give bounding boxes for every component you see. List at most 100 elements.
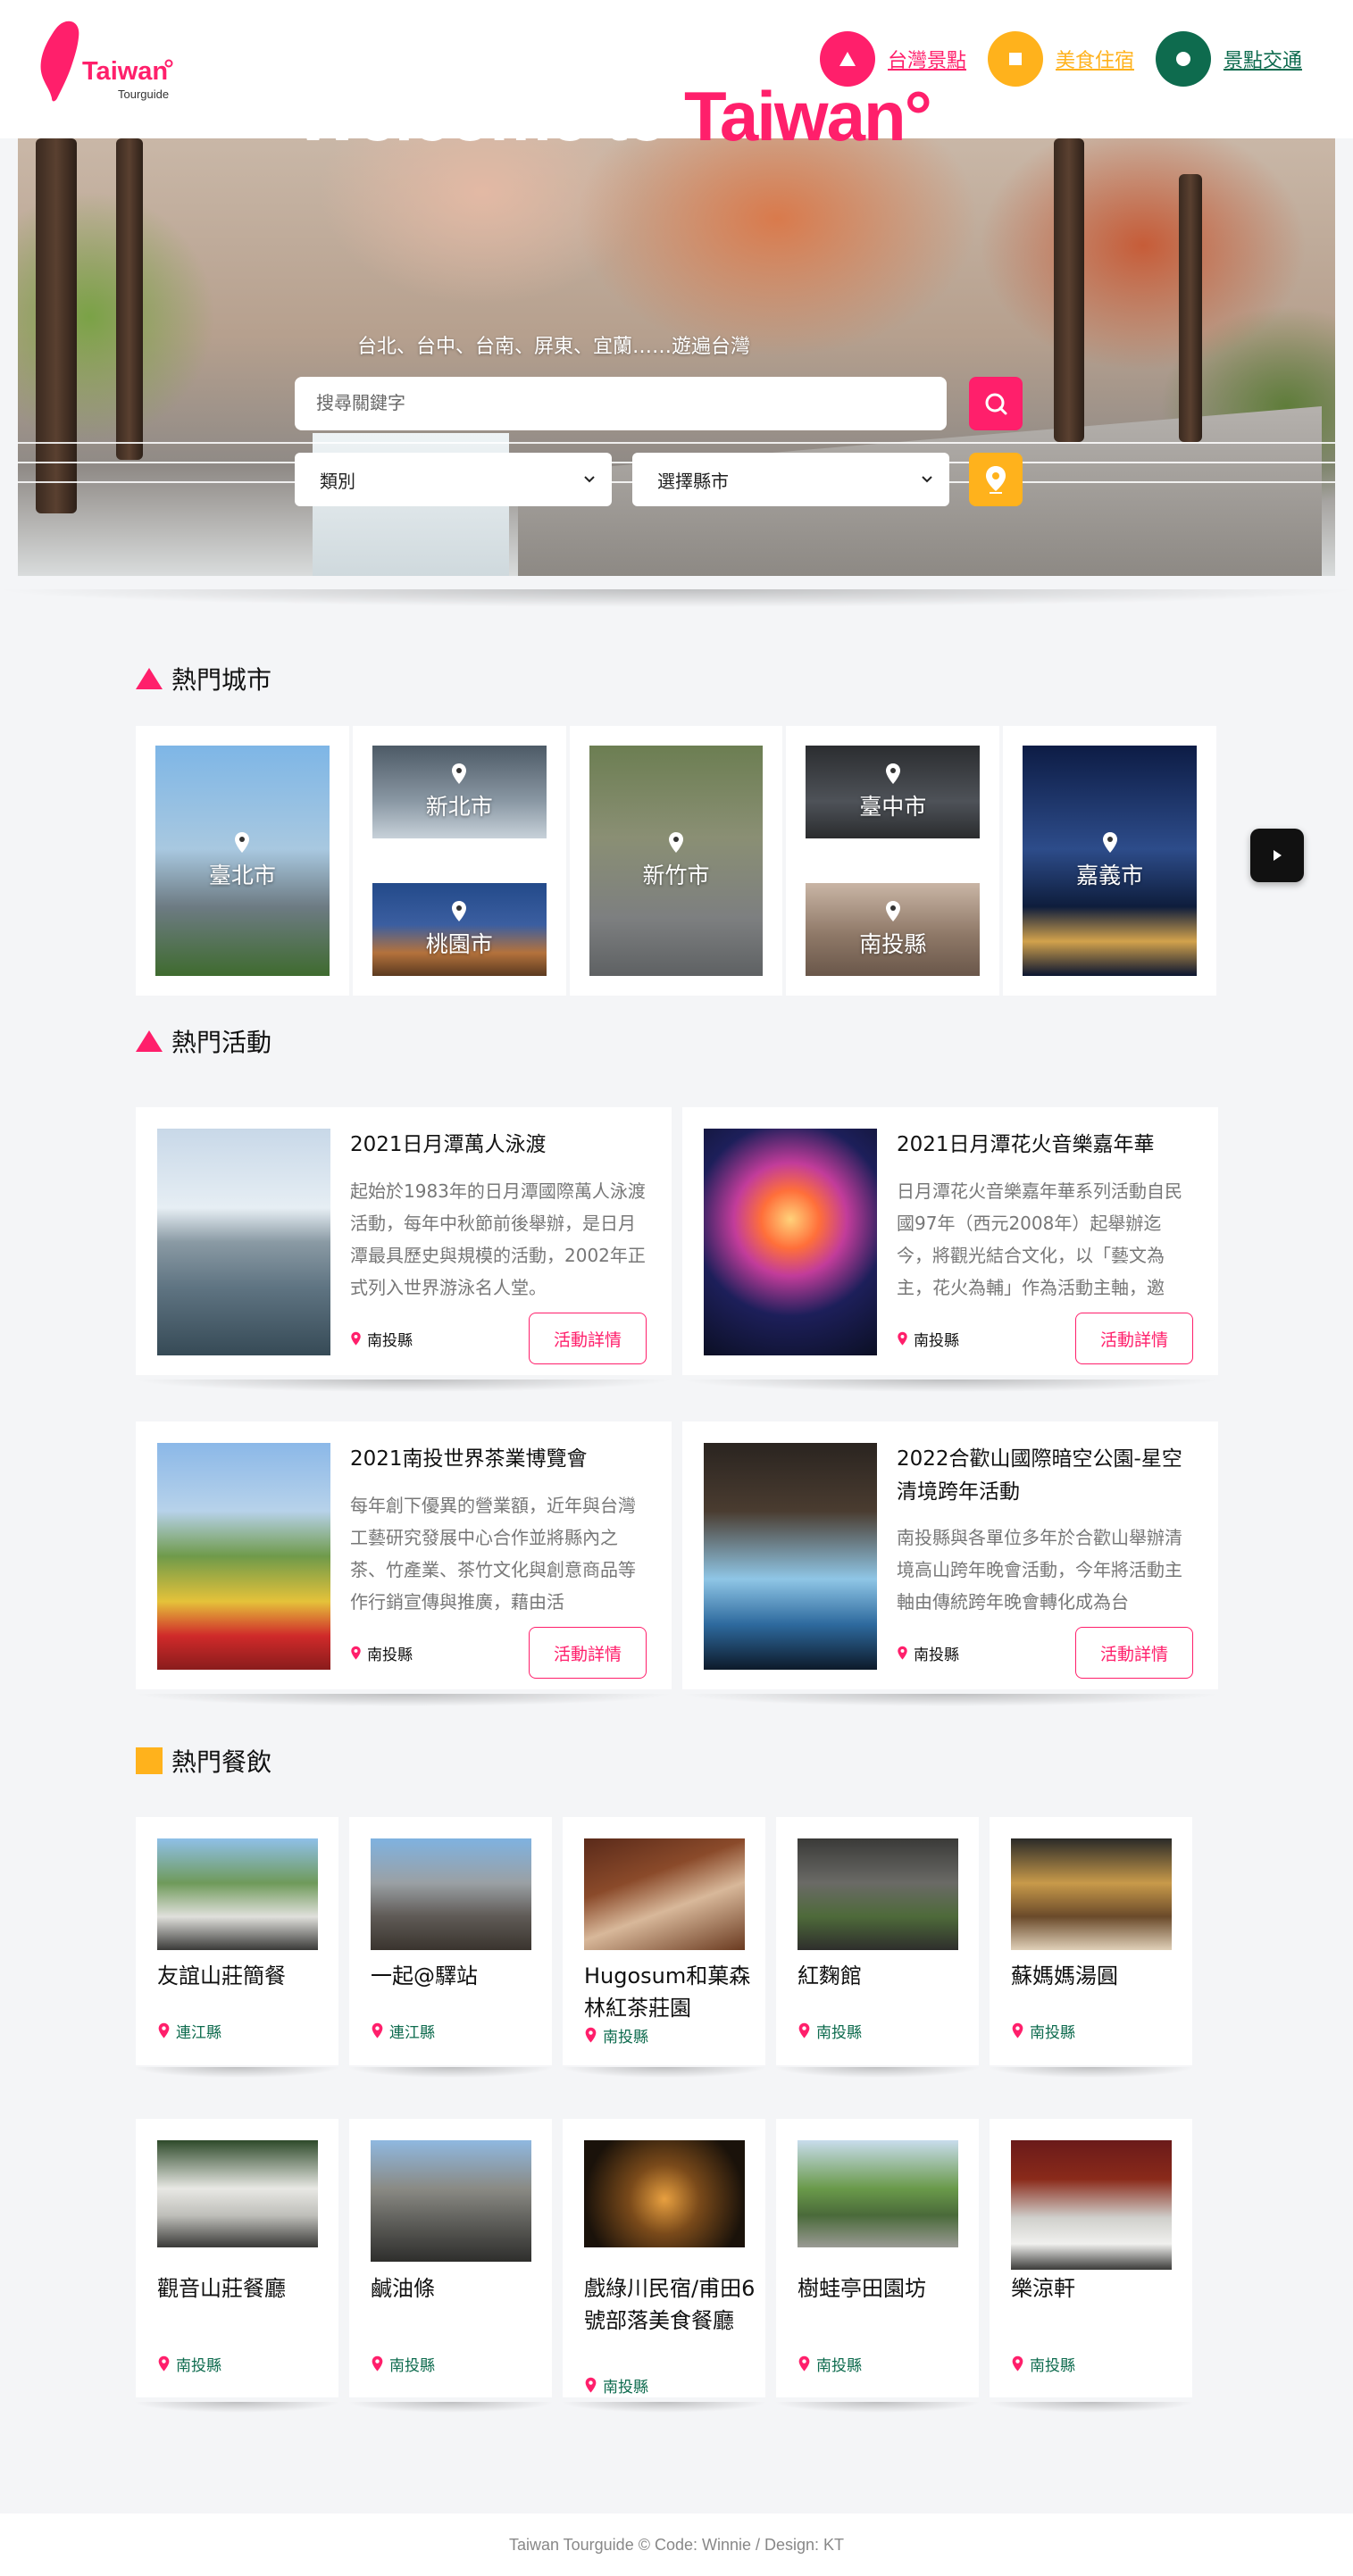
location-pin-icon <box>1102 832 1117 853</box>
taiwan-map-icon <box>40 21 79 102</box>
restaurant-location: 南投縣 <box>584 2024 648 2047</box>
activity-title: 2021南投世界茶業博覽會 <box>350 1447 588 1471</box>
activity-location: 南投縣 <box>350 1328 413 1350</box>
restaurant-name: 一起@驛站 <box>371 1963 478 1988</box>
card-shadow <box>682 1380 1218 1406</box>
carousel-next-button[interactable] <box>1250 829 1304 882</box>
restaurant-location: 南投縣 <box>1011 2020 1075 2042</box>
restaurant-card[interactable]: 觀音山莊餐廳 南投縣 <box>136 2119 338 2397</box>
restaurant-image <box>584 2140 745 2247</box>
card-shadow <box>990 2067 1192 2090</box>
city-name: 桃園市 <box>425 931 493 957</box>
restaurant-name: 戲綠川民宿/甫田6號部落美食餐廳 <box>584 2276 756 2333</box>
restaurant-location-text: 南投縣 <box>389 2357 435 2375</box>
restaurant-location-text: 連江縣 <box>389 2024 435 2042</box>
restaurant-card[interactable]: 蘇媽媽湯圓 南投縣 <box>990 1817 1192 2065</box>
activity-location-text: 南投縣 <box>914 1332 959 1350</box>
activity-location: 南投縣 <box>350 1642 413 1664</box>
card-shadow <box>136 2067 338 2090</box>
activity-title: 2021日月潭花火音樂嘉年華 <box>897 1133 1155 1156</box>
city-tile[interactable]: 嘉義市 <box>1023 746 1197 976</box>
activity-description: 日月潭花火音樂嘉年華系列活動自民國97年（西元2008年）起舉辦迄今，將觀光結合… <box>897 1180 1182 1298</box>
activity-card: 2021日月潭花火音樂嘉年華 日月潭花火音樂嘉年華系列活動自民國97年（西元20… <box>682 1107 1218 1375</box>
logo-text: Taiwan <box>82 57 169 86</box>
restaurant-location-text: 南投縣 <box>603 2029 648 2047</box>
restaurant-card[interactable]: 一起@驛站 連江縣 <box>349 1817 552 2065</box>
restaurant-image <box>584 1838 745 1950</box>
restaurant-location-text: 南投縣 <box>1030 2357 1075 2375</box>
activity-description: 每年創下優異的營業額，近年與台灣工藝研究發展中心合作並將縣內之茶、竹產業、茶竹文… <box>350 1495 636 1613</box>
category-select[interactable]: 類別 <box>295 453 612 506</box>
nav-transport-label: 景點交通 <box>1224 50 1303 72</box>
city-card: 臺北市 <box>136 726 349 996</box>
card-shadow <box>776 2402 979 2425</box>
square-icon <box>136 1747 163 1774</box>
activity-location-text: 南投縣 <box>367 1646 413 1664</box>
activity-details-button[interactable]: 活動詳情 <box>1075 1627 1193 1679</box>
search-input[interactable] <box>295 377 947 430</box>
card-shadow <box>563 2067 765 2090</box>
square-icon <box>988 31 1043 87</box>
location-pin-icon <box>898 1646 907 1660</box>
card-shadow <box>990 2402 1192 2425</box>
city-tile[interactable]: 南投縣 <box>806 883 981 976</box>
city-tile[interactable]: 桃園市 <box>372 883 547 976</box>
location-button[interactable] <box>969 453 1023 506</box>
city-card: 嘉義市 <box>1003 726 1216 996</box>
hero-shadow <box>0 589 1353 625</box>
activity-image <box>704 1129 877 1355</box>
hero-railing <box>18 442 1335 444</box>
activity-location-text: 南投縣 <box>914 1646 959 1664</box>
chevron-down-icon <box>584 476 595 483</box>
logo-degree-icon <box>164 59 173 68</box>
activity-details-button[interactable]: 活動詳情 <box>529 1627 647 1679</box>
location-pin-icon <box>1012 2355 1023 2372</box>
city-select[interactable]: 選擇縣市 <box>632 453 949 506</box>
city-name: 新竹市 <box>642 863 710 888</box>
food-section-title: 熱門餐飲 <box>136 1743 271 1779</box>
restaurant-card[interactable]: 戲綠川民宿/甫田6號部落美食餐廳 南投縣 <box>563 2119 765 2397</box>
restaurant-card[interactable]: 紅麴館 南投縣 <box>776 1817 979 2065</box>
restaurant-location-text: 連江縣 <box>176 2024 221 2042</box>
restaurant-card[interactable]: 樂涼軒 南投縣 <box>990 2119 1192 2397</box>
restaurant-image <box>157 2140 318 2247</box>
city-tile[interactable]: 臺中市 <box>806 746 981 838</box>
restaurant-card[interactable]: Hugosum和菓森林紅茶莊園 南投縣 <box>563 1817 765 2065</box>
city-name: 新北市 <box>425 794 493 820</box>
site-logo[interactable]: Taiwan Tourguide <box>39 20 191 104</box>
city-tile[interactable]: 新北市 <box>372 746 547 838</box>
restaurant-card[interactable]: 友誼山莊簡餐 連江縣 <box>136 1817 338 2065</box>
city-card: 新竹市 <box>569 726 783 996</box>
activity-description: 南投縣與各單位多年於合歡山舉辦清境高山跨年晚會活動，今年將活動主軸由傳統跨年晚會… <box>897 1527 1182 1613</box>
search-button[interactable] <box>969 377 1023 430</box>
location-pin-icon <box>235 832 250 853</box>
location-pin-icon <box>351 1331 361 1346</box>
nav-food-lodging[interactable]: 美食住宿 <box>988 31 1134 87</box>
location-pin-icon <box>452 901 467 921</box>
circle-icon <box>1156 31 1211 87</box>
restaurant-image <box>798 1838 958 1950</box>
location-pin-icon <box>372 2022 383 2038</box>
city-tile[interactable]: 臺北市 <box>155 746 330 976</box>
location-pin-icon <box>452 763 467 784</box>
restaurant-location: 南投縣 <box>1011 2353 1075 2375</box>
activity-details-button[interactable]: 活動詳情 <box>1075 1313 1193 1364</box>
location-pin-icon <box>898 1331 907 1346</box>
cities-carousel: 臺北市 新北市 桃園市 新竹市 臺中市 南投縣 嘉義市 <box>136 726 1216 996</box>
card-shadow <box>349 2402 552 2425</box>
restaurant-location-text: 南投縣 <box>603 2379 648 2397</box>
restaurant-card[interactable]: 樹蛙亭田園坊 南投縣 <box>776 2119 979 2397</box>
location-pin-icon <box>986 466 1006 494</box>
restaurant-card[interactable]: 鹹油條 南投縣 <box>349 2119 552 2397</box>
activity-location-text: 南投縣 <box>367 1332 413 1350</box>
activity-details-button[interactable]: 活動詳情 <box>529 1313 647 1364</box>
activities-title-text: 熱門活動 <box>171 1028 272 1057</box>
card-shadow <box>136 1694 672 1721</box>
location-pin-icon <box>798 2355 810 2372</box>
city-tile[interactable]: 新竹市 <box>589 746 764 976</box>
hero-tree-trunk <box>36 138 77 513</box>
activity-card: 2021南投世界茶業博覽會 每年創下優異的營業額，近年與台灣工藝研究發展中心合作… <box>136 1421 672 1689</box>
restaurant-location: 連江縣 <box>371 2020 435 2042</box>
nav-transport[interactable]: 景點交通 <box>1156 31 1302 87</box>
restaurant-image <box>1011 1838 1172 1950</box>
